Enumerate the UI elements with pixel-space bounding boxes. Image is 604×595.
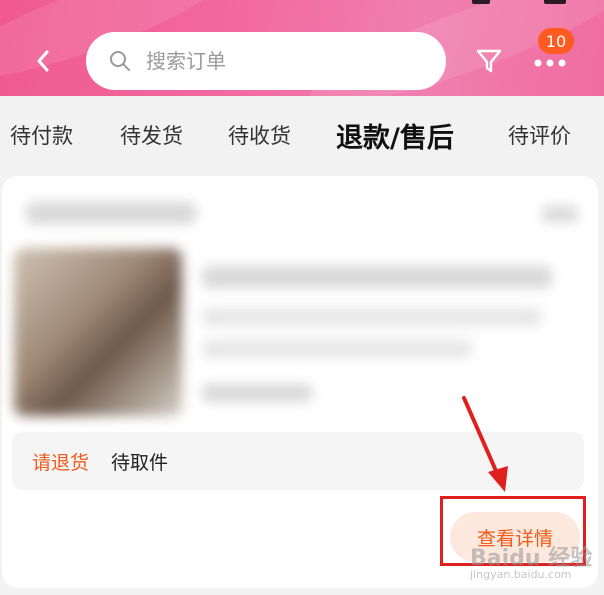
return-status-label: 请退货 (32, 451, 90, 474)
battery-icon (544, 0, 566, 4)
blurred-product-spec (202, 308, 542, 326)
chevron-left-icon (37, 50, 49, 72)
tab-pending-shipment[interactable]: 待发货 (120, 120, 183, 150)
filter-icon[interactable] (474, 46, 504, 76)
search-bar[interactable] (86, 32, 446, 90)
tab-pending-payment[interactable]: 待付款 (10, 120, 73, 150)
notification-badge: 10 (538, 28, 574, 54)
search-input[interactable] (146, 49, 406, 73)
order-card[interactable]: 请退货 待取件 查看详情 (2, 176, 598, 588)
blurred-order-content (2, 176, 598, 432)
product-thumbnail (14, 248, 182, 416)
more-dots-icon (534, 59, 566, 67)
tab-pending-receipt[interactable]: 待收货 (228, 120, 291, 150)
tab-refund-aftersales[interactable]: 退款/售后 (336, 116, 454, 155)
pickup-status-label: 待取件 (111, 451, 169, 474)
blurred-store-name (26, 202, 196, 224)
order-status-tabs: 待付款 待发货 待收货 退款/售后 待评价 (0, 96, 604, 178)
refund-status-row[interactable]: 请退货 待取件 (12, 432, 584, 490)
blurred-product-title (202, 266, 552, 288)
back-button[interactable] (28, 44, 58, 78)
signal-icon (472, 0, 490, 4)
search-icon (110, 51, 130, 71)
blurred-order-status (542, 206, 578, 222)
top-header: 10 (0, 0, 604, 96)
tab-pending-review[interactable]: 待评价 (508, 120, 571, 150)
view-details-button[interactable]: 查看详情 (450, 512, 580, 562)
blurred-price (202, 384, 312, 402)
blurred-product-spec (202, 340, 472, 358)
